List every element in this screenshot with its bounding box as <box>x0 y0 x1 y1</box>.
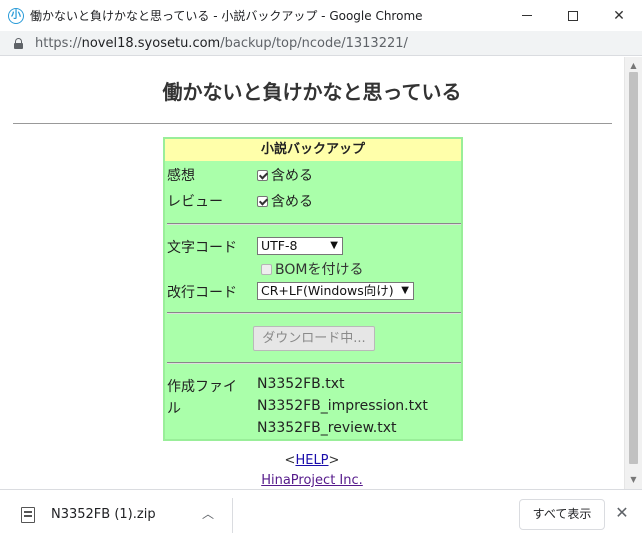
address-bar[interactable]: https://novel18.syosetu.com/backup/top/n… <box>0 31 642 56</box>
files-label: 作成ファイ <box>167 379 237 395</box>
download-file-name[interactable]: N3352FB (1).zip <box>51 507 156 522</box>
encoding-label: 文字コード <box>167 240 237 256</box>
window-title: 働かないと負けかなと思っている - 小説バックアップ - Google Chro… <box>30 9 423 23</box>
file-item: N3352FB_review.txt <box>257 420 397 436</box>
scroll-up-icon[interactable]: ▲ <box>625 59 642 73</box>
minimize-icon <box>522 15 532 16</box>
panel-separator <box>167 312 461 314</box>
scroll-thumb[interactable] <box>629 72 638 464</box>
chevron-down-icon: ▼ <box>401 285 409 296</box>
scroll-down-icon[interactable]: ▼ <box>625 473 642 487</box>
impressions-label: 感想 <box>167 168 195 184</box>
help-line: <HELP> <box>284 453 340 468</box>
bom-checkbox[interactable] <box>261 263 272 275</box>
impressions-option-label[interactable]: 含める <box>271 165 313 185</box>
page-title: 働かないと負けかなと思っている <box>162 80 462 104</box>
page-viewport: 働かないと負けかなと思っている 小説バックアップ 感想 含める レビュー 含める… <box>0 57 624 489</box>
minimize-button[interactable] <box>504 0 550 31</box>
download-button[interactable]: ダウンロード中... <box>253 326 375 351</box>
scrollbar[interactable]: ▲ ▼ <box>624 57 642 489</box>
impressions-checkbox[interactable] <box>257 169 268 181</box>
download-shelf: N3352FB (1).zip ︿ すべて表示 ✕ <box>0 489 642 540</box>
company-line: HinaProject Inc. <box>0 473 624 488</box>
panel-separator <box>167 362 461 364</box>
file-item: N3352FB_impression.txt <box>257 398 428 414</box>
close-window-button[interactable]: ✕ <box>596 0 642 31</box>
reviews-option-label[interactable]: 含める <box>271 191 313 211</box>
app-icon: 小 <box>8 7 24 24</box>
encoding-select[interactable]: UTF-8 ▼ <box>257 237 343 255</box>
newline-label: 改行コード <box>167 285 237 301</box>
show-all-button[interactable]: すべて表示 <box>519 499 605 530</box>
maximize-button[interactable] <box>550 0 596 31</box>
url-text[interactable]: https://novel18.syosetu.com/backup/top/n… <box>35 36 408 51</box>
company-link[interactable]: HinaProject Inc. <box>261 473 363 488</box>
close-icon[interactable]: ✕ <box>613 504 631 522</box>
divider <box>13 123 612 124</box>
chevron-up-icon[interactable]: ︿ <box>200 505 216 521</box>
reviews-label: レビュー <box>167 194 223 210</box>
chevron-down-icon: ▼ <box>330 240 338 251</box>
lock-icon <box>14 37 23 49</box>
close-icon: ✕ <box>613 7 625 24</box>
newline-select[interactable]: CR+LF(Windows向け) ▼ <box>257 282 414 300</box>
panel-header: 小説バックアップ <box>165 139 461 161</box>
bom-label[interactable]: BOMを付ける <box>275 259 363 279</box>
files-label-cont: ル <box>167 401 181 417</box>
divider <box>232 498 233 533</box>
file-item: N3352FB.txt <box>257 376 345 392</box>
backup-panel: 小説バックアップ 感想 含める レビュー 含める 文字コード UTF-8 ▼ B… <box>163 137 463 441</box>
panel-separator <box>167 223 461 225</box>
reviews-checkbox[interactable] <box>257 195 268 207</box>
help-link[interactable]: HELP <box>295 453 328 468</box>
file-icon <box>21 507 35 523</box>
maximize-icon <box>568 10 578 21</box>
